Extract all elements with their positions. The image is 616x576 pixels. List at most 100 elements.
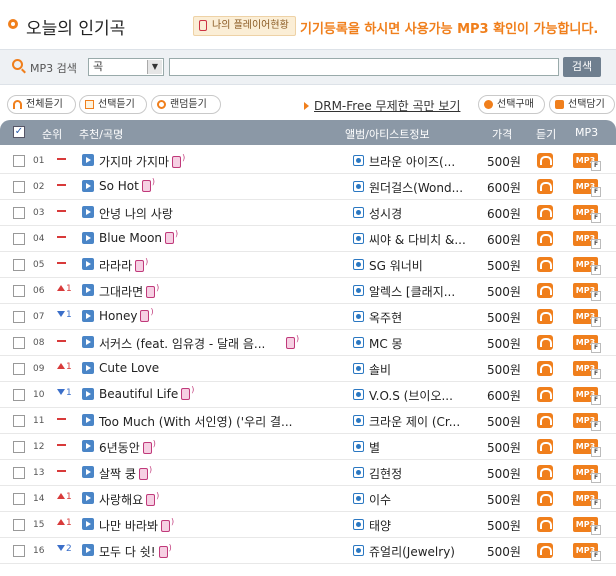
row-checkbox[interactable] xyxy=(13,285,25,297)
album-icon[interactable] xyxy=(353,233,364,244)
album-icon[interactable] xyxy=(353,519,364,530)
mp3-download-button[interactable]: MP3 xyxy=(573,491,601,509)
headphones-icon[interactable] xyxy=(537,283,553,298)
song-title[interactable]: Too Much (With 서인영) ('우리 결... xyxy=(99,415,292,429)
artist-link[interactable]: 솔비 xyxy=(369,361,391,378)
headphones-icon[interactable] xyxy=(537,231,553,246)
song-title-link[interactable]: 그대라면 xyxy=(99,283,159,300)
ringtone-icon[interactable] xyxy=(141,177,155,192)
row-checkbox[interactable] xyxy=(13,415,25,427)
play-icon[interactable] xyxy=(82,414,94,426)
artist-link[interactable]: 옥주현 xyxy=(369,309,402,326)
buy-selected-button[interactable]: 선택구매 xyxy=(478,95,545,114)
ringtone-icon[interactable] xyxy=(142,439,156,454)
play-icon[interactable] xyxy=(82,544,94,556)
artist-link[interactable]: 김현정 xyxy=(369,465,402,482)
mp3-download-button[interactable]: MP3 xyxy=(573,257,601,275)
mp3-download-button[interactable]: MP3 xyxy=(573,543,601,561)
mp3-download-button[interactable]: MP3 xyxy=(573,309,601,327)
album-icon[interactable] xyxy=(353,467,364,478)
song-title[interactable]: 안녕 나의 사랑 xyxy=(99,207,173,221)
song-title[interactable]: 살짝 쿵 xyxy=(99,467,136,481)
artist-link[interactable]: 브라운 아이즈(... xyxy=(369,153,455,170)
play-icon[interactable] xyxy=(82,206,94,218)
mp3-download-button[interactable]: MP3 xyxy=(573,361,601,379)
row-checkbox[interactable] xyxy=(13,363,25,375)
headphones-icon[interactable] xyxy=(537,153,553,168)
headphones-icon[interactable] xyxy=(537,309,553,324)
ringtone-icon[interactable] xyxy=(146,491,159,506)
artist-link[interactable]: 원더걸스(Wond... xyxy=(369,179,463,196)
song-title-link[interactable]: Cute Love xyxy=(99,361,159,375)
song-title-link[interactable]: 라라라 xyxy=(99,257,148,274)
album-icon[interactable] xyxy=(353,155,364,166)
song-title[interactable]: 나만 바라봐 xyxy=(99,519,158,533)
album-icon[interactable] xyxy=(353,389,364,400)
ringtone-icon[interactable] xyxy=(161,517,174,532)
song-title-link[interactable]: 사랑해요 xyxy=(99,491,159,508)
listen-random-button[interactable]: 랜덤듣기 xyxy=(151,95,221,114)
headphones-icon[interactable] xyxy=(537,179,553,194)
ringtone-icon[interactable] xyxy=(146,283,159,298)
ringtone-icon[interactable] xyxy=(140,307,154,322)
song-title[interactable]: 서커스 (feat. 임유경 - 달래 음... xyxy=(99,337,265,351)
play-icon[interactable] xyxy=(82,180,94,192)
headphones-icon[interactable] xyxy=(537,465,553,480)
song-title[interactable]: Honey xyxy=(99,309,137,323)
song-title[interactable]: So Hot xyxy=(99,179,139,193)
drm-free-link[interactable]: DRM-Free 무제한 곡만 보기 xyxy=(304,97,460,114)
headphones-icon[interactable] xyxy=(537,257,553,272)
listen-all-button[interactable]: 전체듣기 xyxy=(7,95,76,114)
artist-link[interactable]: 쥬얼리(Jewelry) xyxy=(369,543,455,560)
mp3-download-button[interactable]: MP3 xyxy=(573,413,601,431)
ringtone-icon[interactable] xyxy=(172,153,185,168)
play-icon[interactable] xyxy=(82,518,94,530)
album-icon[interactable] xyxy=(353,545,364,556)
mp3-download-button[interactable]: MP3 xyxy=(573,387,601,405)
headphones-icon[interactable] xyxy=(537,439,553,454)
play-icon[interactable] xyxy=(82,310,94,322)
row-checkbox[interactable] xyxy=(13,545,25,557)
album-icon[interactable] xyxy=(353,207,364,218)
song-title-link[interactable]: Too Much (With 서인영) ('우리 결... xyxy=(99,413,292,430)
artist-link[interactable]: 이수 xyxy=(369,491,391,508)
artist-link[interactable]: 별 xyxy=(369,439,380,456)
artist-link[interactable]: 씨야 & 다비치 &... xyxy=(369,231,466,248)
album-icon[interactable] xyxy=(353,363,364,374)
song-title-link[interactable]: 나만 바라봐 xyxy=(99,517,174,534)
album-icon[interactable] xyxy=(353,181,364,192)
song-title-link[interactable]: 서커스 (feat. 임유경 - 달래 음... xyxy=(99,335,265,352)
song-title-link[interactable]: Beautiful Life xyxy=(99,385,194,401)
search-type-select[interactable]: 곡 ▼ xyxy=(88,58,164,76)
my-player-status-button[interactable]: 나의 플레이어현황 xyxy=(193,16,296,36)
song-title-link[interactable]: 6년동안 xyxy=(99,439,156,456)
mp3-download-button[interactable]: MP3 xyxy=(573,465,601,483)
mp3-download-button[interactable]: MP3 xyxy=(573,153,601,171)
album-icon[interactable] xyxy=(353,285,364,296)
artist-link[interactable]: MC 몽 xyxy=(369,335,403,352)
play-icon[interactable] xyxy=(82,388,94,400)
song-title[interactable]: 6년동안 xyxy=(99,441,140,455)
mp3-download-button[interactable]: MP3 xyxy=(573,335,601,353)
headphones-icon[interactable] xyxy=(537,387,553,402)
mp3-download-button[interactable]: MP3 xyxy=(573,283,601,301)
ringtone-icon[interactable] xyxy=(135,257,148,272)
mp3-download-button[interactable]: MP3 xyxy=(573,231,601,249)
artist-link[interactable]: V.O.S (브이오... xyxy=(369,387,453,404)
song-title[interactable]: 라라라 xyxy=(99,259,132,273)
headphones-icon[interactable] xyxy=(537,335,553,350)
song-title[interactable]: 모두 다 쉿! xyxy=(99,545,156,559)
row-checkbox[interactable] xyxy=(13,389,25,401)
search-button[interactable]: 검색 xyxy=(563,57,601,77)
artist-link[interactable]: 알렉스 [클래지... xyxy=(369,283,455,300)
song-title[interactable]: 그대라면 xyxy=(99,285,143,299)
row-checkbox[interactable] xyxy=(13,519,25,531)
play-icon[interactable] xyxy=(82,284,94,296)
mp3-download-button[interactable]: MP3 xyxy=(573,439,601,457)
song-title[interactable]: Cute Love xyxy=(99,361,159,375)
song-title-link[interactable]: Blue Moon xyxy=(99,229,178,245)
song-title[interactable]: Blue Moon xyxy=(99,231,162,245)
song-title-link[interactable]: 안녕 나의 사랑 xyxy=(99,205,173,222)
row-checkbox[interactable] xyxy=(13,441,25,453)
headphones-icon[interactable] xyxy=(537,491,553,506)
